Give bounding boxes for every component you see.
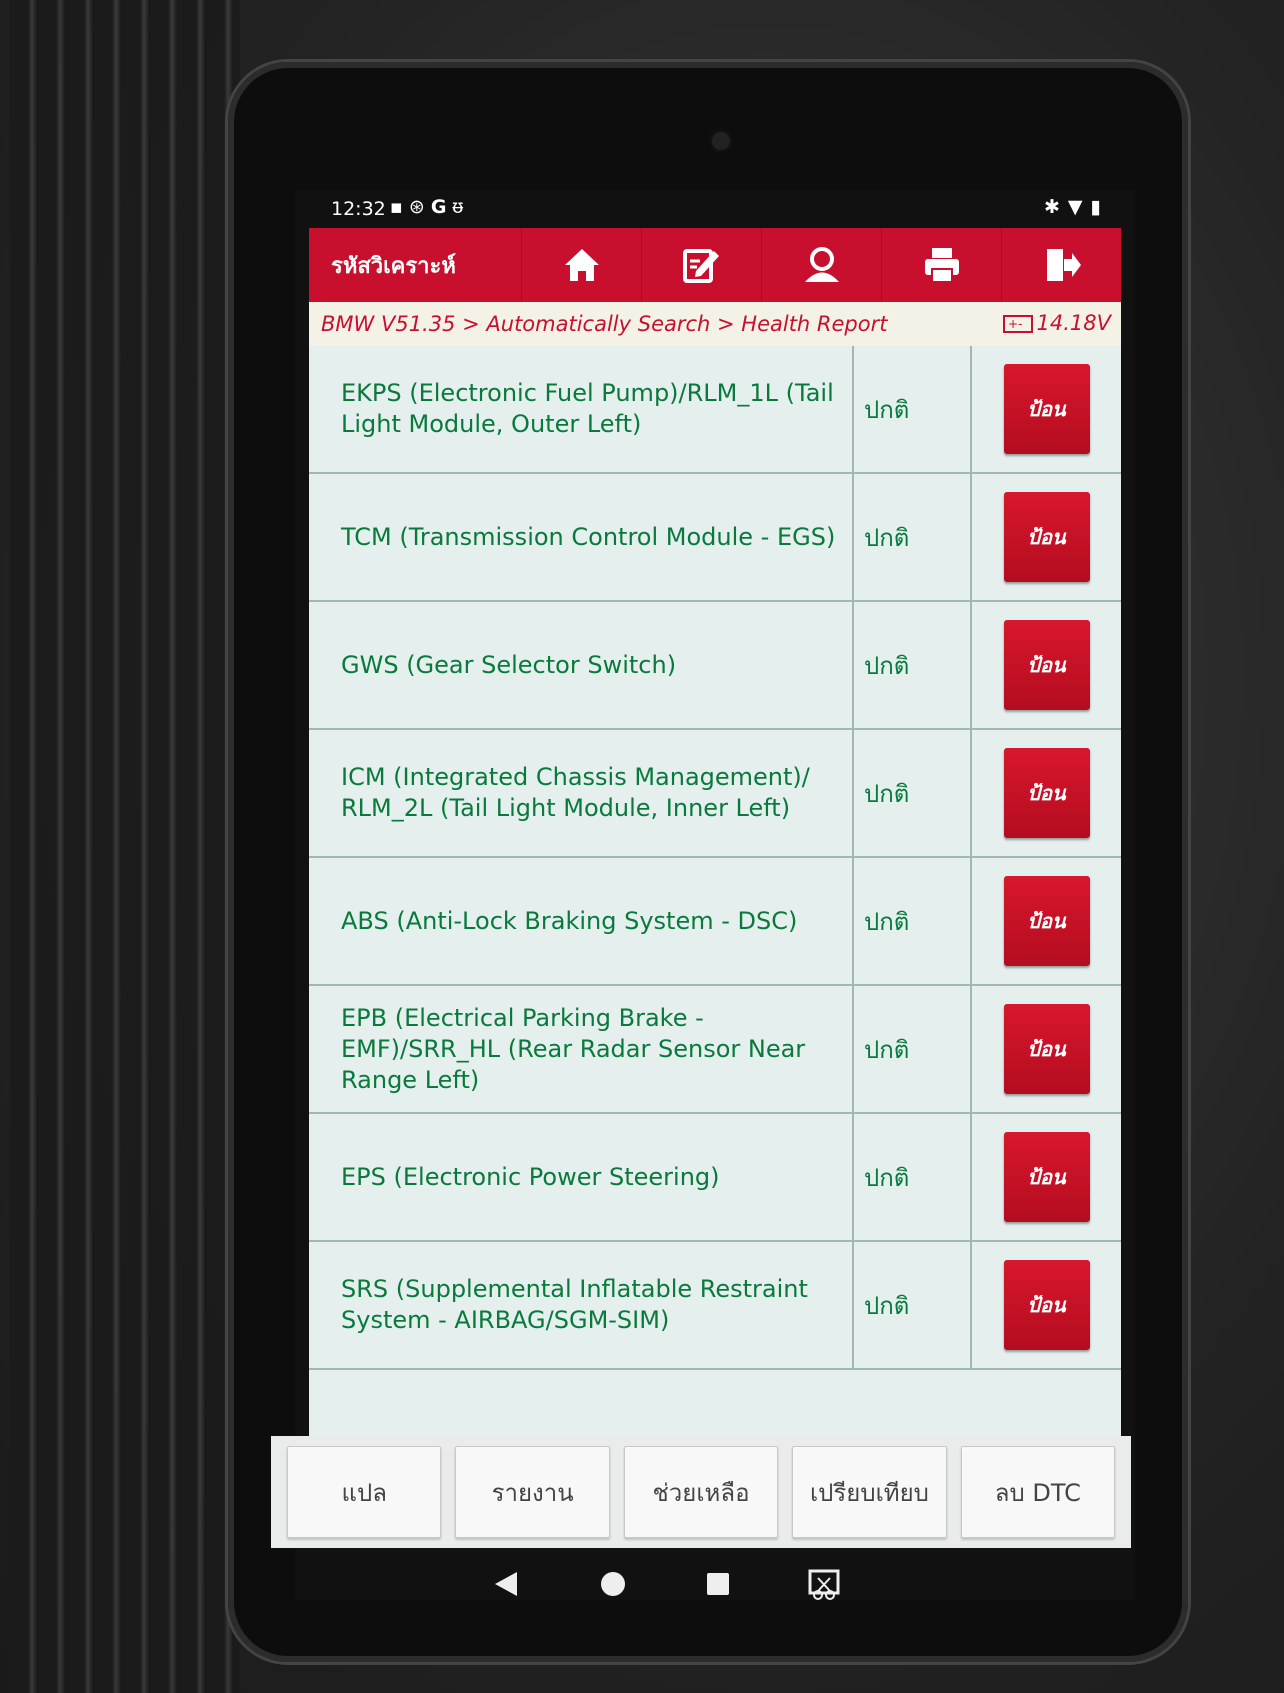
clock: 12:32 [331,198,386,220]
edit-button[interactable] [642,228,762,302]
bluetooth-icon: ✱ [1043,196,1068,218]
module-status: ปกติ [854,858,972,984]
home-nav-icon[interactable] [601,1572,625,1596]
enter-module-button[interactable]: ป้อน [1003,620,1090,710]
module-name: EKPS (Electronic Fuel Pump)/RLM_1L (Tail… [309,346,854,472]
module-name: ABS (Anti-Lock Braking System - DSC) [309,858,854,984]
notification-icons: ▪⊛Gᵿ [390,196,469,219]
module-status: ปกติ [854,730,972,856]
enter-module-button[interactable]: ป้อน [1003,1260,1090,1350]
screenshot-icon[interactable] [807,1568,841,1602]
module-name: SRS (Supplemental Inflatable Restraint S… [309,1242,854,1368]
table-row: ABS (Anti-Lock Braking System - DSC) ปกต… [309,858,1121,986]
home-button[interactable] [522,228,642,302]
module-name: EPB (Electrical Parking Brake - EMF)/SRR… [309,986,854,1112]
image-icon: ▪ [390,196,409,218]
help-button[interactable]: ช่วยเหลือ [623,1446,779,1538]
edit-icon [682,249,719,283]
module-list[interactable]: EKPS (Electronic Fuel Pump)/RLM_1L (Tail… [309,346,1121,1436]
screen: 12:32 ▪⊛Gᵿ ✱▼▮ รหัสวิเคราะห์ BMW V51.35 … [271,190,1135,1600]
google-icon: G [430,196,453,218]
breadcrumb: BMW V51.35 > Automatically Search > Heal… [309,302,1121,346]
stethoscope-icon: ᵿ [452,196,470,218]
battery-voltage-icon: +- [1002,315,1033,333]
print-button[interactable] [882,228,1002,302]
toolbar: รหัสวิเคราะห์ [309,228,1121,302]
print-icon [924,248,959,283]
breadcrumb-path: BMW V51.35 > Automatically Search > Heal… [321,312,888,336]
module-status: ปกติ [854,602,972,728]
user-icon [804,247,839,282]
toolbar-title: รหัสวิเคราะห์ [309,228,522,302]
user-button[interactable] [762,228,882,302]
exit-icon [1046,249,1081,281]
wifi-icon: ▼ [1067,196,1091,218]
home-icon [564,249,599,281]
status-bar: 12:32 ▪⊛Gᵿ ✱▼▮ [295,190,1135,228]
enter-module-button[interactable]: ป้อน [1003,1004,1090,1094]
enter-module-button[interactable]: ป้อน [1003,492,1090,582]
clear-dtc-button[interactable]: ลบ DTC [960,1446,1116,1538]
system-icons: ✱▼▮ [1044,196,1109,218]
battery-icon: ▮ [1090,196,1109,218]
module-name: GWS (Gear Selector Switch) [309,602,854,728]
table-row: GWS (Gear Selector Switch) ปกติ ป้อน [309,602,1121,730]
translate-button[interactable]: แปล [287,1446,442,1538]
module-name: EPS (Electronic Power Steering) [309,1114,854,1240]
table-row: SRS (Supplemental Inflatable Restraint S… [309,1242,1121,1370]
module-status: ปกติ [854,1242,972,1368]
table-row: EPS (Electronic Power Steering) ปกติ ป้อ… [309,1114,1121,1242]
table-row: EPB (Electrical Parking Brake - EMF)/SRR… [309,986,1121,1114]
action-bar: แปล รายงาน ช่วยเหลือ เปรียบเทียบ ลบ DTC [271,1436,1131,1548]
enter-module-button[interactable]: ป้อน [1003,876,1090,966]
module-status: ปกติ [854,474,972,600]
voltage-indicator: +- 14.18V [1002,311,1111,335]
module-status: ปกติ [854,346,972,472]
voltage-value: 14.18V [1036,311,1111,335]
exit-button[interactable] [1002,228,1121,302]
svg-text:+-: +- [1008,317,1022,331]
enter-module-button[interactable]: ป้อน [1003,1132,1090,1222]
enter-module-button[interactable]: ป้อน [1003,364,1090,454]
module-name: ICM (Integrated Chassis Management)/ RLM… [309,730,854,856]
back-icon[interactable] [493,1570,519,1598]
report-button[interactable]: รายงาน [455,1446,610,1538]
recents-icon[interactable] [707,1573,729,1595]
front-camera [712,132,730,150]
accessibility-icon: ⊛ [408,196,431,218]
module-status: ปกติ [854,1114,972,1240]
table-row: EKPS (Electronic Fuel Pump)/RLM_1L (Tail… [309,346,1121,474]
table-row: TCM (Transmission Control Module - EGS) … [309,474,1121,602]
enter-module-button[interactable]: ป้อน [1003,748,1090,838]
android-nav-bar [295,1560,1135,1620]
table-row: ICM (Integrated Chassis Management)/ RLM… [309,730,1121,858]
module-name: TCM (Transmission Control Module - EGS) [309,474,854,600]
module-status: ปกติ [854,986,972,1112]
compare-button[interactable]: เปรียบเทียบ [792,1446,947,1538]
device-grip [10,0,240,1693]
